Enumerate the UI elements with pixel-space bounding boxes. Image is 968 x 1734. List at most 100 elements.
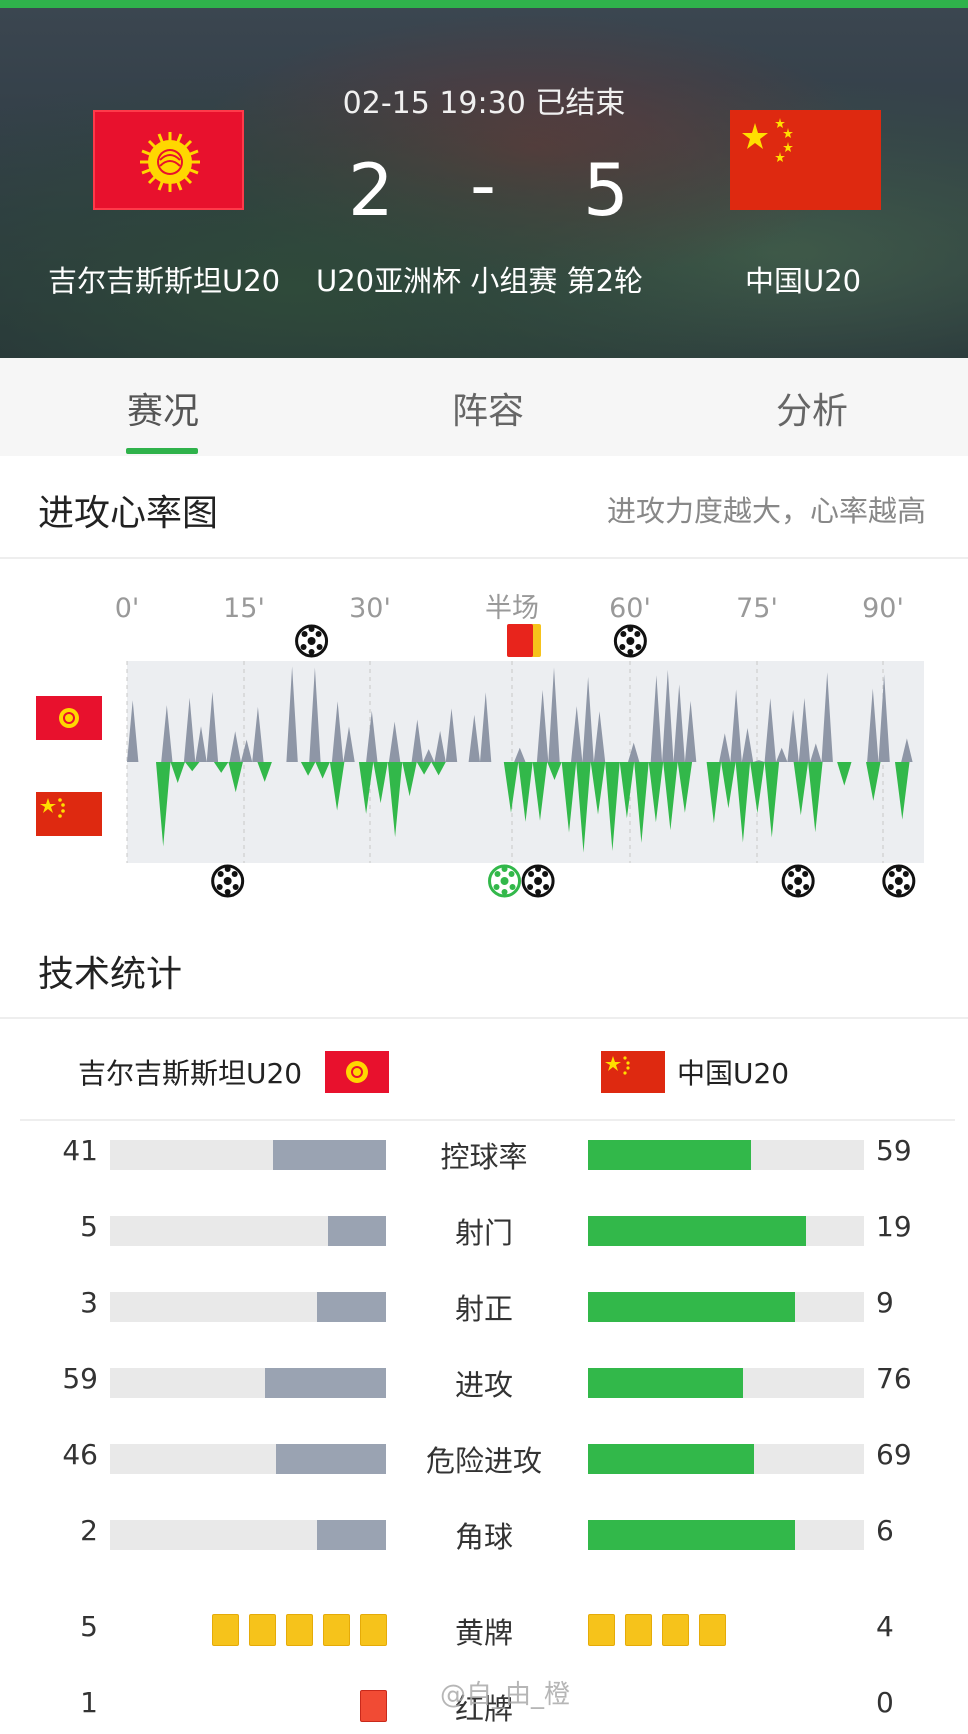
chart-tick-label: 30' <box>349 593 391 624</box>
yellow-card-icon <box>625 1614 652 1646</box>
chart-tick-label: 90' <box>862 593 904 624</box>
china-flag-icon <box>742 118 793 162</box>
home-red-cards <box>360 1690 387 1722</box>
away-score: 5 <box>583 148 629 232</box>
section-divider <box>0 1017 968 1019</box>
yellow-card-icon <box>699 1614 726 1646</box>
home-score: 2 <box>348 148 394 232</box>
stats-away-team: 中国U20 <box>677 1057 790 1090</box>
away-stat-value: 19 <box>876 1210 912 1243</box>
away-stat-bar-fill <box>588 1520 795 1550</box>
away-yellow-count: 4 <box>876 1610 894 1643</box>
stat-row: 41 控球率 59 <box>0 1122 968 1198</box>
stats-away-flag-icon <box>601 1051 665 1093</box>
chart-tick-label: 0' <box>115 593 140 624</box>
away-stat-bar <box>588 1292 864 1322</box>
home-stat-bar <box>110 1520 386 1550</box>
goal-ball-icon[interactable] <box>211 864 245 898</box>
goal-ball-icon[interactable] <box>521 864 555 898</box>
stats-title: 技术统计 <box>38 954 183 995</box>
chart-home-flag-icon <box>36 696 102 740</box>
goal-ball-icon[interactable] <box>613 624 647 658</box>
home-stat-value: 59 <box>62 1362 98 1395</box>
home-stat-value: 41 <box>62 1134 98 1167</box>
goal-ball-icon[interactable] <box>488 864 522 898</box>
chart-tick-label: 75' <box>736 593 778 624</box>
home-stat-value: 5 <box>80 1210 98 1243</box>
yellow-card-icon <box>588 1614 615 1646</box>
away-stat-bar <box>588 1444 864 1474</box>
tab-bar: 赛况 阵容 分析 <box>0 358 968 456</box>
away-stat-bar-fill <box>588 1216 806 1246</box>
home-stat-bar-fill <box>273 1140 386 1170</box>
heartbeat-title: 进攻心率图 <box>38 493 219 534</box>
stats-home-team: 吉尔吉斯斯坦U20 <box>78 1057 303 1090</box>
goal-ball-icon[interactable] <box>295 624 329 658</box>
chart-tick-label: 15' <box>223 593 265 624</box>
away-team-name[interactable]: 中国U20 <box>745 258 861 300</box>
away-stat-bar-fill <box>588 1292 795 1322</box>
stat-row: 59 进攻 76 <box>0 1350 968 1426</box>
chart-tick-label: 半场 <box>485 593 539 624</box>
yellow-card-icon <box>662 1614 689 1646</box>
yellow-card-icon <box>323 1614 350 1646</box>
stat-label: 进攻 <box>454 1368 513 1402</box>
kyrgyzstan-flag-icon <box>140 132 200 192</box>
home-stat-bar <box>110 1444 386 1474</box>
home-stat-bar <box>110 1368 386 1398</box>
away-stat-bar <box>588 1520 864 1550</box>
home-stat-bar-fill <box>276 1444 386 1474</box>
away-red-count: 0 <box>876 1686 894 1719</box>
chart-tick-label: 60' <box>609 593 651 624</box>
home-stat-value: 2 <box>80 1514 98 1547</box>
attack-heartbeat-chart[interactable]: 0' 15' 30' 半场 60' 75' 90' <box>0 580 968 920</box>
stat-label: 危险进攻 <box>425 1444 542 1478</box>
away-stat-value: 6 <box>876 1514 894 1547</box>
stat-label: 控球率 <box>440 1140 528 1174</box>
chart-away-flag-icon <box>36 792 102 836</box>
home-stat-bar-fill <box>317 1292 386 1322</box>
competition-name[interactable]: U20亚洲杯 小组赛 第2轮 <box>316 258 643 300</box>
goal-ball-icon[interactable] <box>781 864 815 898</box>
home-yellow-count: 5 <box>80 1610 98 1643</box>
heartbeat-hint: 进攻力度越大，心率越高 <box>607 494 927 528</box>
away-stat-bar <box>588 1140 864 1170</box>
stats-home-flag-icon <box>325 1051 389 1093</box>
tab-match-status[interactable]: 赛况 <box>127 382 199 434</box>
red-card-icon[interactable] <box>507 624 533 657</box>
stat-row: 46 危险进攻 69 <box>0 1426 968 1502</box>
away-stat-bar <box>588 1216 864 1246</box>
home-stat-value: 46 <box>62 1438 98 1471</box>
away-team-flag[interactable] <box>730 110 881 210</box>
goal-ball-icon[interactable] <box>882 864 916 898</box>
home-team-flag[interactable] <box>93 110 244 210</box>
top-accent-bar <box>0 0 968 8</box>
watermark: @自_由_橙 <box>440 1680 571 1710</box>
away-stat-value: 69 <box>876 1438 912 1471</box>
yellow-card-icon <box>286 1614 313 1646</box>
home-stat-bar-fill <box>328 1216 386 1246</box>
score-separator: - <box>470 143 496 227</box>
home-stat-bar <box>110 1292 386 1322</box>
away-stat-bar-fill <box>588 1444 754 1474</box>
stat-row-yellow-cards: 5 黄牌 4 <box>0 1598 968 1674</box>
stat-row: 2 角球 6 <box>0 1502 968 1578</box>
stat-label: 射门 <box>454 1216 513 1250</box>
yellow-card-icon <box>360 1614 387 1646</box>
match-header: 02-15 19:30 已结束 2 - 5 吉尔吉斯斯坦U20 U20亚洲杯 小… <box>0 8 968 358</box>
away-stat-bar-fill <box>588 1368 743 1398</box>
home-team-name[interactable]: 吉尔吉斯斯坦U20 <box>48 258 280 300</box>
away-yellow-cards <box>588 1614 726 1646</box>
away-stat-bar <box>588 1368 864 1398</box>
active-tab-indicator <box>126 448 198 454</box>
stat-label: 黄牌 <box>454 1616 513 1650</box>
section-divider <box>0 557 968 559</box>
tab-lineup[interactable]: 阵容 <box>452 382 524 434</box>
yellow-card-icon <box>212 1614 239 1646</box>
section-divider <box>20 1119 955 1121</box>
away-stat-value: 76 <box>876 1362 912 1395</box>
home-stat-value: 3 <box>80 1286 98 1319</box>
red-card-icon <box>360 1690 387 1722</box>
stat-label: 射正 <box>454 1292 513 1326</box>
tab-analysis[interactable]: 分析 <box>776 382 848 434</box>
